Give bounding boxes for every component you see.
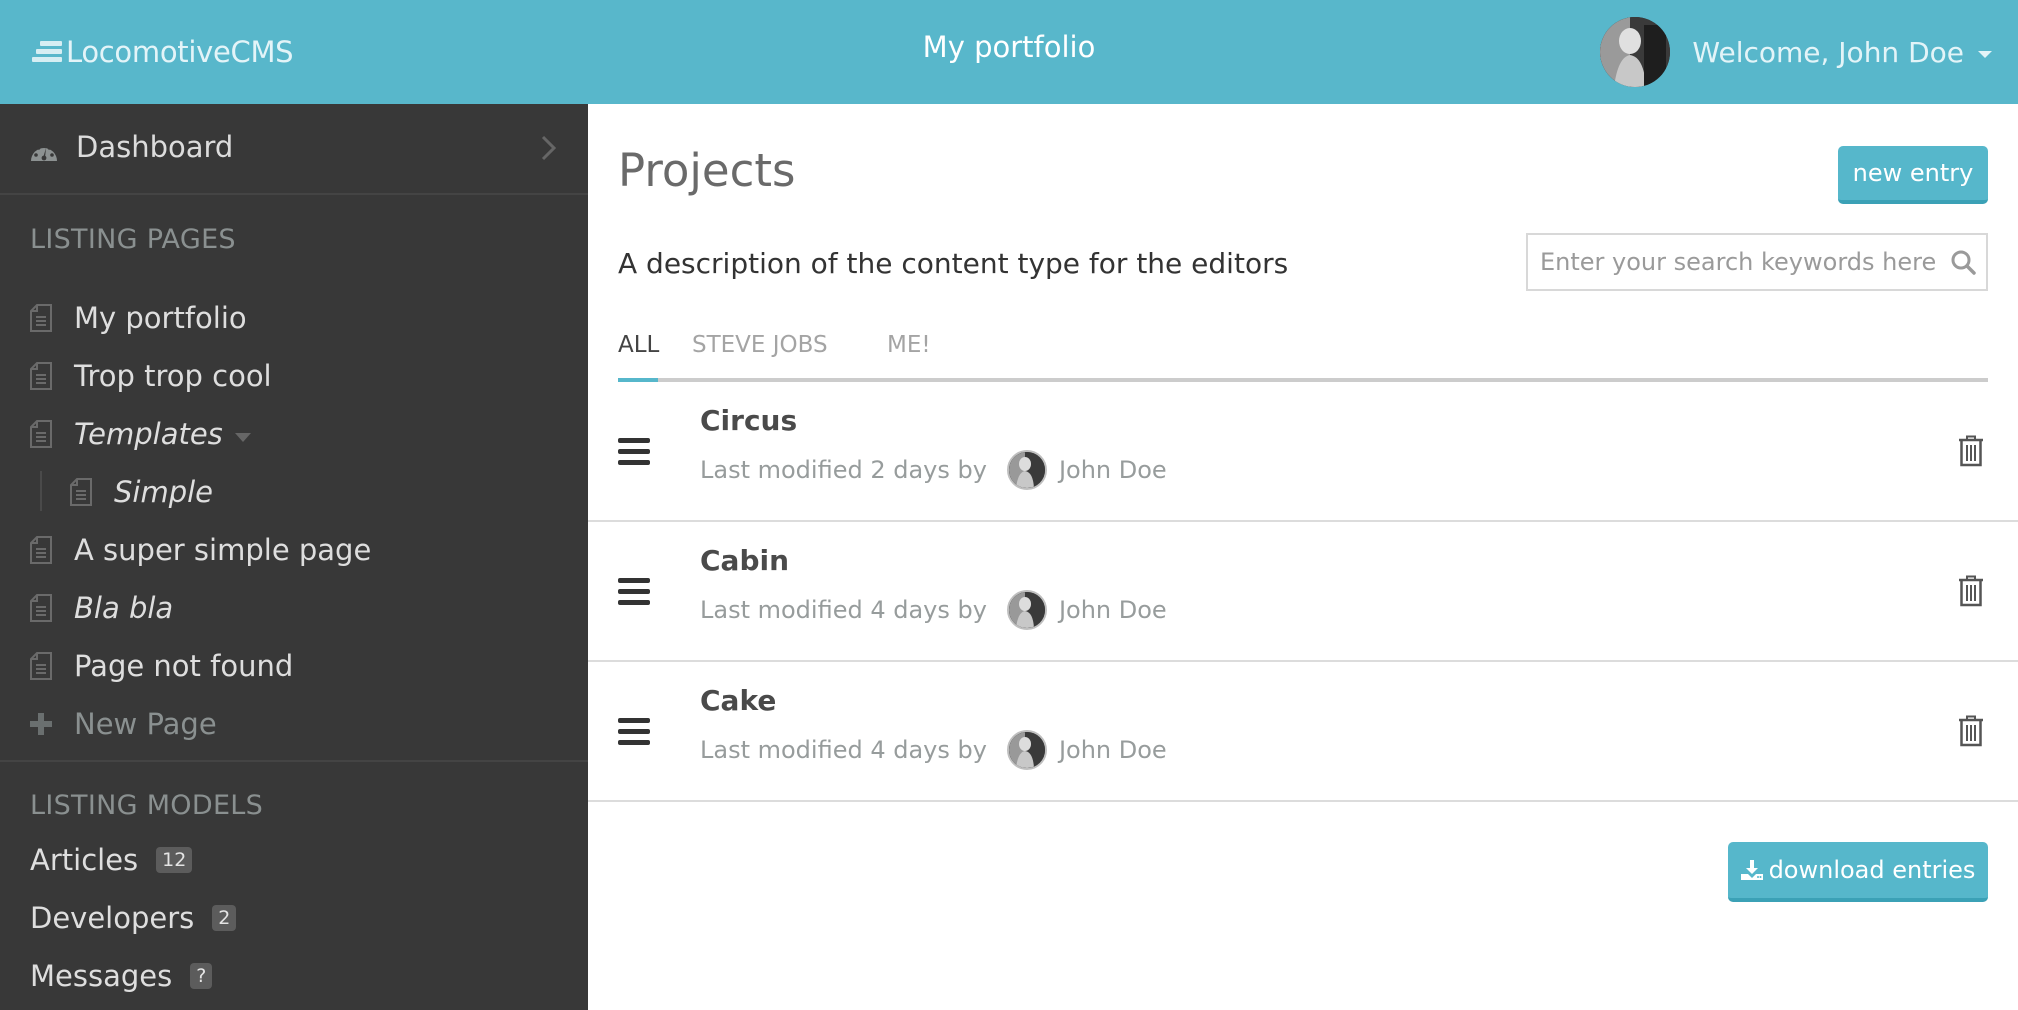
sidebar-item-dashboard[interactable]: Dashboard xyxy=(0,104,588,195)
page-label: Simple xyxy=(114,475,214,509)
new-entry-button[interactable]: new entry xyxy=(1838,146,1988,204)
page-icon xyxy=(70,478,92,506)
user-avatar xyxy=(1600,17,1671,87)
dashboard-label: Dashboard xyxy=(76,130,234,164)
user-menu[interactable]: Welcome, John Doe xyxy=(1600,17,1992,87)
entry-row: Cake Last modified 4 days by John Doe xyxy=(588,662,2018,802)
sidebar-page-my-portfolio[interactable]: My portfolio xyxy=(30,296,247,340)
search-icon[interactable] xyxy=(1950,249,1976,275)
author-avatar xyxy=(1006,590,1047,630)
page-label: My portfolio xyxy=(74,301,247,335)
caret-down-icon xyxy=(1978,50,1992,58)
modified-text: Last modified 4 days by xyxy=(700,736,987,764)
author-avatar xyxy=(1006,730,1047,770)
trash-icon[interactable] xyxy=(1958,575,1984,607)
logo-text: LocomotiveCMS xyxy=(66,35,294,69)
tab-steve-jobs[interactable]: STEVE JOBS xyxy=(692,332,828,358)
author-name: John Doe xyxy=(1058,596,1167,624)
listing-models-heading: LISTING MODELS xyxy=(30,790,264,821)
modified-text: Last modified 4 days by xyxy=(700,596,987,624)
page-label: Trop trop cool xyxy=(74,359,272,393)
model-label: Messages xyxy=(30,959,173,993)
tab-me[interactable]: ME! xyxy=(887,332,931,358)
tab-all[interactable]: ALL xyxy=(618,332,659,358)
page-icon xyxy=(30,362,52,390)
entry-meta: Last modified 2 days by John Doe xyxy=(700,450,1167,490)
listing-pages-heading: LISTING PAGES xyxy=(30,224,236,255)
modified-text: Last modified 2 days by xyxy=(700,456,987,484)
new-page-button[interactable]: New Page xyxy=(30,702,217,746)
search-input[interactable] xyxy=(1540,235,1940,289)
sidebar-page-a-super-simple-page[interactable]: A super simple page xyxy=(30,528,371,572)
page-label: Bla bla xyxy=(74,591,174,625)
page-label: A super simple page xyxy=(74,533,372,567)
sidebar-page-trop-trop-cool[interactable]: Trop trop cool xyxy=(30,354,272,398)
drag-handle-icon[interactable] xyxy=(618,438,650,468)
site-title[interactable]: My portfolio xyxy=(923,30,1096,64)
page-icon xyxy=(30,536,52,564)
count-badge: 2 xyxy=(212,905,237,931)
top-header: LocomotiveCMS My portfolio Welcome, John… xyxy=(0,0,2018,104)
count-badge: 12 xyxy=(156,847,193,873)
entry-title[interactable]: Circus xyxy=(700,404,797,437)
trash-icon[interactable] xyxy=(1958,435,1984,467)
new-page-label: New Page xyxy=(74,707,217,741)
search-box xyxy=(1526,233,1988,291)
sidebar-page-simple[interactable]: Simple xyxy=(70,470,213,514)
welcome-text: Welcome, John Doe xyxy=(1692,35,1964,69)
sidebar: Dashboard LISTING PAGES My portfolio Tro… xyxy=(0,104,588,1010)
model-label: Articles xyxy=(30,843,139,877)
download-label: download entries xyxy=(1768,856,1976,884)
page-icon xyxy=(30,652,52,680)
sidebar-page-bla-bla[interactable]: Bla bla xyxy=(30,586,173,630)
download-entries-button[interactable]: download entries xyxy=(1728,842,1988,902)
drag-handle-icon[interactable] xyxy=(618,578,650,608)
drag-handle-icon[interactable] xyxy=(618,718,650,748)
content-type-description: A description of the content type for th… xyxy=(618,247,1289,280)
expand-toggle-icon[interactable] xyxy=(234,432,251,442)
logo-link[interactable]: LocomotiveCMS xyxy=(32,34,294,70)
model-label: Developers xyxy=(30,901,195,935)
trash-icon[interactable] xyxy=(1958,715,1984,747)
plus-icon xyxy=(30,713,52,735)
entries-list: Circus Last modified 2 days by John Doe … xyxy=(588,382,2018,802)
locomotive-logo-icon xyxy=(32,41,62,63)
dashboard-gauge-icon xyxy=(31,143,57,161)
page-title: Projects xyxy=(618,144,796,197)
author-name: John Doe xyxy=(1058,736,1167,764)
entry-title[interactable]: Cake xyxy=(700,684,776,717)
sidebar-model-messages[interactable]: Messages ? xyxy=(30,956,213,996)
author-name: John Doe xyxy=(1058,456,1167,484)
page-label: Templates xyxy=(74,417,223,451)
sidebar-model-developers[interactable]: Developers 2 xyxy=(30,898,237,938)
download-icon xyxy=(1740,860,1763,880)
entry-row: Cabin Last modified 4 days by John Doe xyxy=(588,522,2018,662)
filter-tabs: ALL STEVE JOBS ME! xyxy=(618,322,1988,382)
tree-connector xyxy=(40,471,42,511)
author-avatar xyxy=(1006,450,1047,490)
page-label: Page not found xyxy=(74,649,294,683)
entry-title[interactable]: Cabin xyxy=(700,544,789,577)
entry-row: Circus Last modified 2 days by John Doe xyxy=(588,382,2018,522)
sidebar-page-page-not-found[interactable]: Page not found xyxy=(30,644,293,688)
entry-meta: Last modified 4 days by John Doe xyxy=(700,730,1167,770)
page-icon xyxy=(30,594,52,622)
page-icon xyxy=(30,420,52,448)
chevron-right-icon xyxy=(541,135,557,161)
main-content: Projects new entry A description of the … xyxy=(588,104,2018,1010)
sidebar-page-templates[interactable]: Templates xyxy=(30,412,251,456)
sidebar-model-articles[interactable]: Articles 12 xyxy=(30,840,193,880)
sidebar-divider xyxy=(0,760,588,762)
page-icon xyxy=(30,304,52,332)
count-badge: ? xyxy=(190,963,213,989)
entry-meta: Last modified 4 days by John Doe xyxy=(700,590,1167,630)
